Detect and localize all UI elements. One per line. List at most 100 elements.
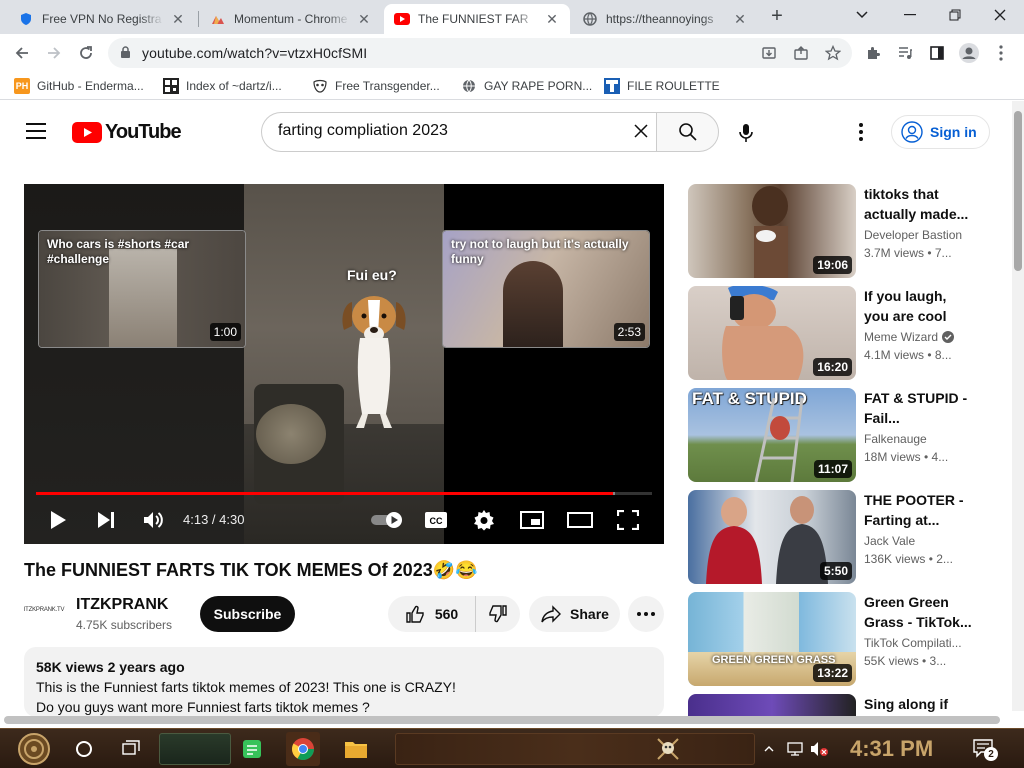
- tab-momentum[interactable]: Momentum - Chrome W ✕: [200, 4, 382, 34]
- recommendation-thumbnail[interactable]: GREEN GREEN GRASS 13:22: [688, 592, 856, 686]
- more-actions-button[interactable]: [628, 596, 664, 632]
- close-icon[interactable]: ✕: [732, 11, 748, 28]
- bookmark-free-transgender[interactable]: Free Transgender...: [312, 77, 440, 95]
- taskbar-widget[interactable]: [159, 733, 231, 765]
- extensions-icon[interactable]: [862, 42, 884, 64]
- subscribe-button[interactable]: Subscribe: [200, 596, 295, 632]
- taskbar-pirate-icon[interactable]: [654, 735, 682, 763]
- tab-annoying-site[interactable]: https://theannoyings ✕: [572, 4, 758, 34]
- scrollbar-thumb[interactable]: [1014, 111, 1022, 271]
- forward-button[interactable]: [42, 42, 66, 64]
- bookmark-star-icon[interactable]: [824, 44, 842, 62]
- install-app-icon[interactable]: [760, 44, 778, 62]
- channel-name[interactable]: ITZKPRANK: [76, 596, 168, 614]
- bookmark-index-dartz[interactable]: Index of ~dartz/i...: [163, 77, 282, 95]
- start-button[interactable]: [14, 732, 54, 766]
- channel-avatar[interactable]: ITZKPRANK.TV: [24, 598, 65, 622]
- menu-hamburger-icon[interactable]: [26, 123, 46, 139]
- theater-mode-button[interactable]: [566, 506, 594, 534]
- profile-avatar-icon[interactable]: [958, 42, 980, 64]
- recommendation-title[interactable]: Sing along if: [864, 694, 974, 714]
- tab-search-chevron-icon[interactable]: [848, 5, 876, 25]
- youtube-logo[interactable]: YouTube: [72, 121, 182, 144]
- search-input[interactable]: [278, 122, 608, 140]
- reload-button[interactable]: [74, 42, 98, 64]
- mute-button[interactable]: [139, 506, 167, 534]
- window-close-button[interactable]: [986, 5, 1014, 25]
- notification-center[interactable]: 2: [970, 735, 998, 763]
- recommendation-channel[interactable]: Meme Wizard: [864, 330, 955, 344]
- vertical-scrollbar[interactable]: [1012, 101, 1024, 711]
- recommendation-thumbnail[interactable]: FAT & STUPID 11:07: [688, 388, 856, 482]
- taskbar-chrome-app[interactable]: [286, 732, 320, 766]
- next-button[interactable]: [92, 506, 120, 534]
- search-box[interactable]: [261, 112, 657, 152]
- restore-button[interactable]: [941, 5, 969, 25]
- play-button[interactable]: [44, 506, 72, 534]
- bookmark-globe-site[interactable]: GAY RAPE PORN...: [461, 77, 592, 95]
- lock-icon[interactable]: [120, 46, 131, 64]
- endcard-video-1[interactable]: Who cars is #shorts #car #challenge 1:00: [38, 230, 246, 348]
- recommendation-thumbnail[interactable]: 5:50: [688, 490, 856, 584]
- bookmark-github[interactable]: PH GitHub - Enderma...: [14, 77, 144, 95]
- recommendation-title[interactable]: tiktoks that actually made...: [864, 184, 974, 224]
- taskbar-file-explorer[interactable]: [342, 735, 370, 763]
- chrome-menu-icon[interactable]: [990, 42, 1012, 64]
- recommendation-channel[interactable]: TikTok Compilati...: [864, 636, 962, 650]
- url-text[interactable]: youtube.com/watch?v=vtzxH0cfSMI: [142, 45, 367, 61]
- fullscreen-button[interactable]: [614, 506, 642, 534]
- close-icon[interactable]: ✕: [544, 11, 560, 28]
- horizontal-scrollbar[interactable]: [4, 716, 1000, 724]
- progress-bar[interactable]: [36, 492, 652, 495]
- tab-youtube-active[interactable]: The FUNNIEST FAR ✕: [384, 4, 570, 34]
- minimize-button[interactable]: [896, 5, 924, 25]
- clear-search-icon[interactable]: [633, 122, 649, 145]
- share-page-icon[interactable]: [792, 44, 810, 62]
- recommendation-item[interactable]: Sing along if: [688, 694, 998, 716]
- settings-kebab-icon[interactable]: [855, 121, 867, 143]
- settings-button[interactable]: [470, 506, 498, 534]
- task-view-button[interactable]: [117, 735, 145, 763]
- show-hidden-icons[interactable]: [760, 735, 778, 763]
- voice-search-icon[interactable]: [736, 123, 756, 148]
- recommendation-item[interactable]: GREEN GREEN GRASS 13:22 Green Green Gras…: [688, 592, 998, 686]
- tab-free-vpn[interactable]: Free VPN No Registra ✕: [8, 4, 196, 34]
- taskbar-notes-app[interactable]: [238, 735, 266, 763]
- side-panel-icon[interactable]: [926, 42, 948, 64]
- video-player[interactable]: Fui eu? Who cars is #shorts #car #challe…: [24, 184, 664, 544]
- recommendation-channel[interactable]: Falkenauge: [864, 432, 927, 446]
- network-status[interactable]: [784, 735, 806, 763]
- close-icon[interactable]: ✕: [170, 11, 186, 28]
- recommendation-item[interactable]: 16:20 If you laugh, you are cool Meme Wi…: [688, 286, 998, 380]
- recommendation-channel[interactable]: Jack Vale: [864, 534, 915, 548]
- recommendation-item[interactable]: FAT & STUPID 11:07 FAT & STUPID - Fail..…: [688, 388, 998, 482]
- volume-muted-status[interactable]: [808, 735, 830, 763]
- like-button[interactable]: 560: [388, 596, 476, 632]
- miniplayer-button[interactable]: [518, 506, 546, 534]
- recommendation-title[interactable]: THE POOTER - Farting at...: [864, 490, 974, 530]
- taskbar-clock[interactable]: 4:31 PM: [850, 736, 933, 762]
- sign-in-button[interactable]: Sign in: [891, 115, 990, 149]
- media-controls-icon[interactable]: [894, 42, 916, 64]
- autoplay-toggle[interactable]: [368, 506, 412, 534]
- recommendation-channel[interactable]: Developer Bastion: [864, 228, 962, 242]
- recommendation-thumbnail[interactable]: [688, 694, 856, 716]
- bookmark-file-roulette[interactable]: FILE ROULETTE: [604, 77, 720, 95]
- recommendation-item[interactable]: 19:06 tiktoks that actually made... Deve…: [688, 184, 998, 278]
- recommendation-thumbnail[interactable]: 19:06: [688, 184, 856, 278]
- recommendation-thumbnail[interactable]: 16:20: [688, 286, 856, 380]
- recommendation-title[interactable]: FAT & STUPID - Fail...: [864, 388, 974, 428]
- endcard-video-2[interactable]: try not to laugh but it's actually funny…: [442, 230, 650, 348]
- new-tab-button[interactable]: +: [766, 6, 788, 28]
- close-icon[interactable]: ✕: [356, 11, 372, 28]
- dislike-button[interactable]: [476, 596, 520, 632]
- cortana-search-button[interactable]: [70, 735, 98, 763]
- recommendation-title[interactable]: If you laugh, you are cool: [864, 286, 974, 326]
- subtitles-button[interactable]: CC: [422, 506, 450, 534]
- recommendation-title[interactable]: Green Green Grass - TikTok...: [864, 592, 974, 632]
- search-button[interactable]: [656, 112, 719, 152]
- description-box[interactable]: 58K views 2 years ago This is the Funnie…: [24, 647, 664, 717]
- share-button[interactable]: Share: [529, 596, 620, 632]
- back-button[interactable]: [10, 42, 34, 64]
- recommendation-item[interactable]: 5:50 THE POOTER - Farting at... Jack Val…: [688, 490, 998, 584]
